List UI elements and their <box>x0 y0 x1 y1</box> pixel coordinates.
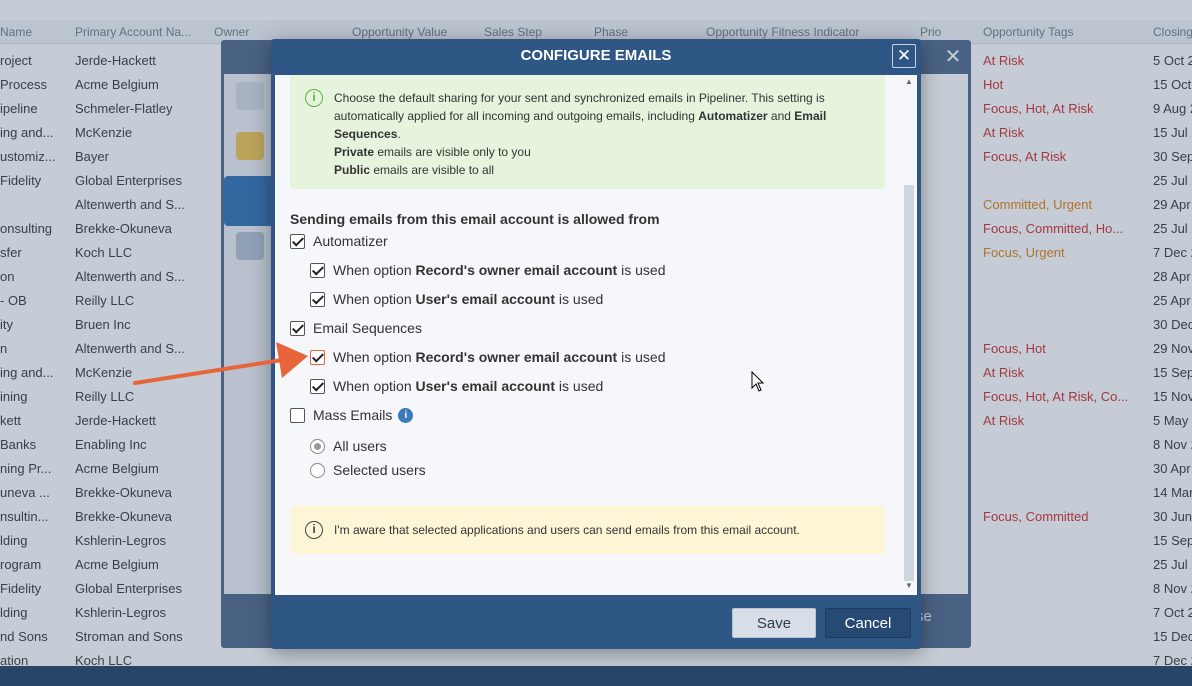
arrow-shaft <box>133 358 284 385</box>
arrow-head <box>276 342 308 378</box>
annotation-arrow <box>133 342 308 385</box>
mouse-cursor-icon <box>751 371 765 392</box>
